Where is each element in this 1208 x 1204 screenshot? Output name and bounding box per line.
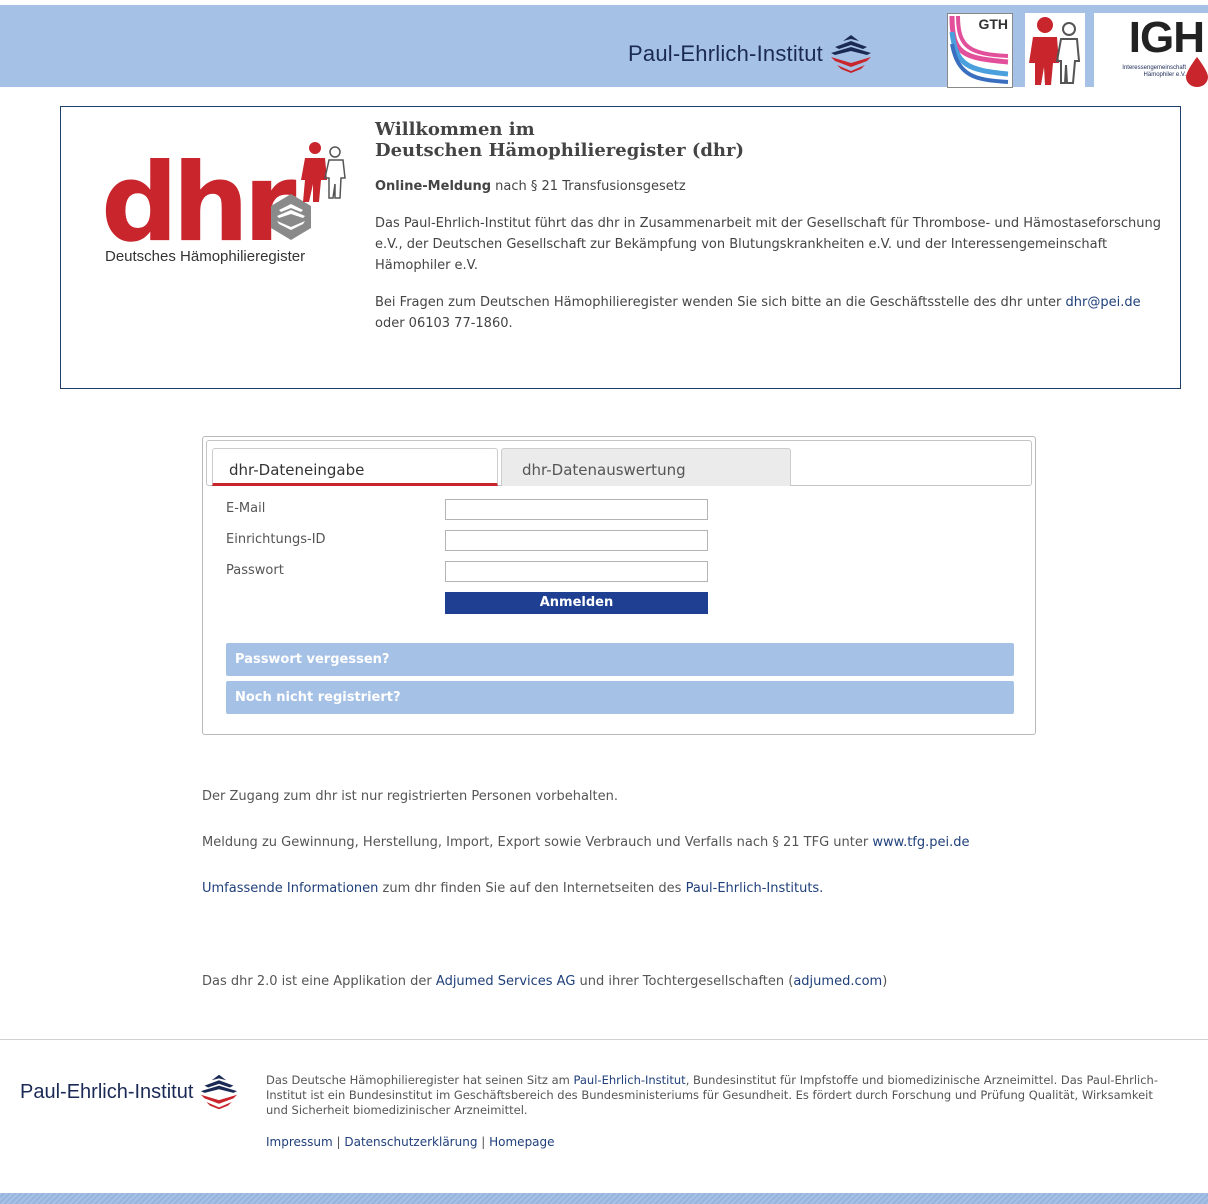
app-credit-prefix: Das dhr 2.0 ist eine Applikation der	[202, 974, 436, 989]
footer-pei-logo[interactable]: Paul-Ehrlich-Institut	[20, 1073, 239, 1111]
footer-separator: |	[332, 1135, 345, 1149]
dhr-logo: dhr Deutsches Hämophilieregister	[101, 132, 346, 272]
contact-paragraph: Bei Fragen zum Deutschen Hämophilieregis…	[375, 292, 1165, 334]
dhr-logo-text: dhr	[101, 141, 296, 252]
welcome-title-line1: Willkommen im	[375, 119, 535, 140]
more-info-middle: zum dhr finden Sie auf den Internetseite…	[378, 881, 686, 896]
adjumed-com-link[interactable]: adjumed.com	[793, 974, 882, 989]
gth-label: GTH	[978, 16, 1008, 32]
login-panel: dhr-Dateneingabe dhr-Datenauswertung E-M…	[202, 436, 1036, 735]
impressum-link[interactable]: Impressum	[266, 1135, 333, 1149]
footer-text: Das Deutsche Hämophilieregister hat sein…	[266, 1073, 1176, 1118]
contact-email-link[interactable]: dhr@pei.de	[1066, 295, 1141, 310]
welcome-title-line2: Deutschen Hämophilieregister (dhr)	[375, 140, 745, 161]
igh-label: IGH	[1128, 13, 1205, 62]
welcome-text: Willkommen im Deutschen Hämophilieregist…	[375, 119, 1165, 334]
footer-pei-link[interactable]: Paul-Ehrlich-Institut	[573, 1073, 685, 1087]
online-note-rest: nach § 21 Transfusionsgesetz	[491, 179, 686, 194]
institution-id-label: Einrichtungs-ID	[226, 532, 326, 547]
institution-id-field[interactable]	[445, 530, 708, 551]
people-icon	[1029, 17, 1081, 85]
pei-website-link[interactable]: Paul-Ehrlich-Instituts.	[686, 881, 824, 896]
footer-text-prefix: Das Deutsche Hämophilieregister hat sein…	[266, 1073, 574, 1087]
footer-links: Impressum | Datenschutzerklärung | Homep…	[266, 1135, 555, 1149]
app-credit: Das dhr 2.0 ist eine Applikation der Adj…	[202, 974, 887, 989]
tfg-link[interactable]: www.tfg.pei.de	[872, 835, 969, 850]
more-info-link[interactable]: Umfassende Informationen	[202, 881, 378, 896]
tab-datenauswertung[interactable]: dhr-Datenauswertung	[501, 448, 791, 486]
blood-drop-icon	[1186, 57, 1208, 87]
contact-suffix: oder 06103 77-1860.	[375, 316, 513, 331]
access-note: Der Zugang zum dhr ist nur registrierten…	[202, 789, 619, 804]
more-info-note: Umfassende Informationen zum dhr finden …	[202, 881, 823, 896]
dhr-logo-subtitle: Deutsches Hämophilieregister	[105, 248, 306, 265]
report-note: Meldung zu Gewinnung, Herstellung, Impor…	[202, 835, 970, 850]
password-field[interactable]	[445, 561, 708, 582]
bottom-bar	[0, 1193, 1208, 1204]
contact-prefix: Bei Fragen zum Deutschen Hämophilieregis…	[375, 295, 1066, 310]
tab-dateneingabe[interactable]: dhr-Dateneingabe	[212, 448, 498, 486]
app-credit-suffix: )	[882, 974, 888, 989]
app-credit-middle: und ihrer Tochtergesellschaften (	[575, 974, 794, 989]
register-button[interactable]: Noch nicht registriert?	[226, 681, 1014, 714]
login-tabbar: dhr-Dateneingabe dhr-Datenauswertung	[206, 440, 1032, 486]
password-label: Passwort	[226, 563, 284, 578]
online-note-bold: Online-Meldung	[375, 179, 492, 194]
people-logo[interactable]	[1025, 13, 1085, 88]
login-button[interactable]: Anmelden	[445, 592, 708, 614]
pei-emblem-icon	[831, 35, 871, 73]
adjumed-link[interactable]: Adjumed Services AG	[436, 974, 576, 989]
dhr-people-mark	[301, 142, 346, 202]
header-bar: Paul-Ehrlich-Institut GTH IGH Interessen…	[0, 5, 1208, 88]
footer-divider	[0, 1039, 1208, 1040]
homepage-link[interactable]: Homepage	[489, 1135, 554, 1149]
forgot-password-button[interactable]: Passwort vergessen?	[226, 643, 1014, 676]
welcome-panel: dhr Deutsches Hämophilieregister Willkom…	[60, 106, 1181, 389]
pei-header-logo[interactable]: Paul-Ehrlich-Institut	[628, 33, 873, 75]
dhr-logo-mark: dhr	[101, 141, 346, 266]
footer-separator: |	[477, 1135, 490, 1149]
footer-pei-emblem-icon	[201, 1074, 238, 1110]
igh-logo[interactable]: IGH Interessengemeinschaft Hämophiler e.…	[1094, 13, 1208, 88]
email-label: E-Mail	[226, 501, 266, 516]
footer-pei-name: Paul-Ehrlich-Institut	[20, 1080, 194, 1103]
pei-header-name: Paul-Ehrlich-Institut	[628, 41, 823, 66]
cooperation-paragraph: Das Paul-Ehrlich-Institut führt das dhr …	[375, 216, 1161, 273]
welcome-title: Willkommen im Deutschen Hämophilieregist…	[375, 119, 1165, 161]
privacy-link[interactable]: Datenschutzerklärung	[344, 1135, 477, 1149]
gth-logo[interactable]: GTH	[947, 13, 1013, 88]
igh-subtitle: Interessengemeinschaft Hämophiler e.V.	[1122, 65, 1186, 78]
report-prefix: Meldung zu Gewinnung, Herstellung, Impor…	[202, 835, 873, 850]
email-field[interactable]	[445, 499, 708, 520]
online-note: Online-Meldung nach § 21 Transfusionsges…	[375, 176, 1165, 197]
